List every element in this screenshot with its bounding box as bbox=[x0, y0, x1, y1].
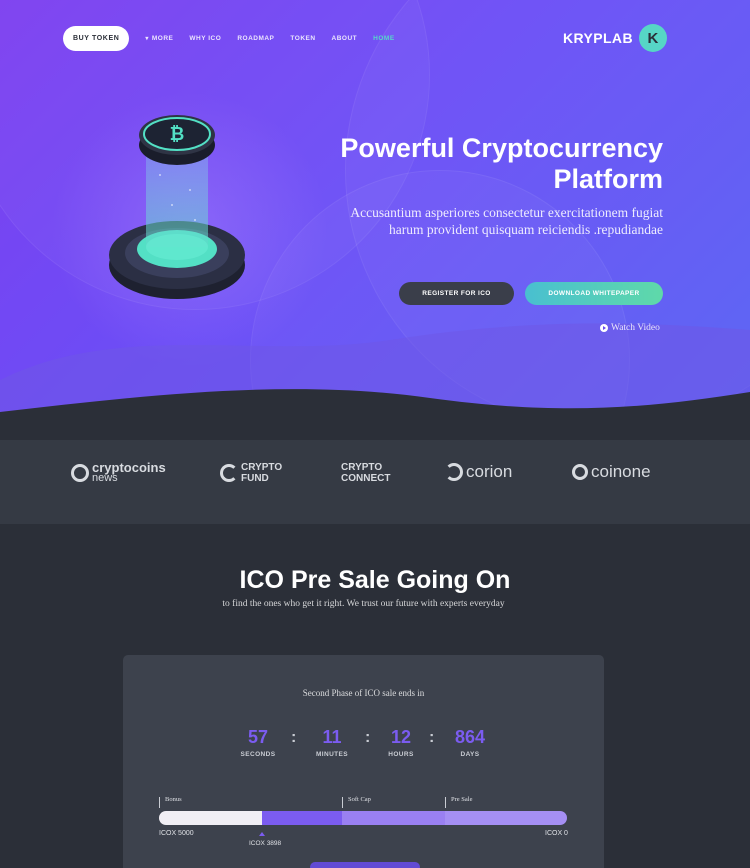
bottom-button-edge[interactable] bbox=[310, 862, 420, 868]
partner-logo-coinone[interactable]: coinone bbox=[572, 462, 651, 482]
crypto-fund-icon bbox=[220, 464, 238, 482]
buy-token-button[interactable]: BUY TOKEN bbox=[63, 25, 130, 51]
countdown-value: 57 bbox=[247, 727, 269, 747]
caret-down-icon: ▾ bbox=[145, 35, 149, 42]
partner-name: coinone bbox=[591, 462, 651, 481]
countdown-unit: MINUTES bbox=[315, 751, 349, 758]
countdown-unit: HOURS bbox=[388, 751, 414, 758]
hero-subtitle: Accusantium asperiores consectetur exerc… bbox=[350, 205, 663, 237]
pre-sale-tick bbox=[445, 797, 446, 808]
nav-why-ico[interactable]: WHY ICO bbox=[189, 35, 221, 42]
countdown-value: 864 bbox=[454, 727, 486, 747]
progress-left-value: ICOX 5000 bbox=[159, 830, 194, 837]
svg-text:₿: ₿ bbox=[170, 124, 185, 145]
soft-cap-tick bbox=[342, 797, 343, 808]
hero-title-line1: Powerful Cryptocurrency bbox=[340, 133, 663, 163]
partner-name: CRYPTO bbox=[341, 462, 383, 473]
countdown-label: Second Phase of ICO sale ends in bbox=[302, 688, 425, 698]
watch-video-link[interactable]: Watch Video bbox=[600, 323, 660, 333]
countdown-unit: DAYS bbox=[460, 751, 480, 758]
hero-title: Powerful Cryptocurrency Platform bbox=[300, 133, 663, 195]
partner-logo-crypto-connect[interactable]: CRYPTO CONNECT bbox=[341, 462, 390, 484]
sale-progress-bar bbox=[159, 811, 567, 825]
countdown-minutes: 11 MINUTES bbox=[306, 727, 358, 758]
progress-segment bbox=[262, 811, 342, 825]
partner-sub: news bbox=[92, 472, 118, 484]
nav-token[interactable]: TOKEN bbox=[290, 35, 315, 42]
countdown-separator: : bbox=[429, 729, 435, 746]
bitcoin-pedestal-illustration: ₿ bbox=[109, 115, 245, 299]
logo-badge-icon: K bbox=[638, 24, 667, 52]
download-whitepaper-button[interactable]: DOWNLOAD WHITEPAPER bbox=[525, 282, 663, 305]
register-for-ico-button[interactable]: REGISTER FOR ICO bbox=[399, 282, 514, 305]
logo-text: KRYPLAB bbox=[563, 30, 633, 46]
corion-icon bbox=[445, 463, 463, 481]
play-icon bbox=[600, 324, 608, 332]
countdown-hours: 12 HOURS bbox=[375, 727, 427, 758]
nav-roadmap[interactable]: ROADMAP bbox=[237, 35, 274, 42]
hero-title-line2: Platform bbox=[553, 164, 663, 194]
countdown-separator: : bbox=[365, 729, 371, 746]
bonus-label: Bonus bbox=[165, 796, 182, 803]
nav-home[interactable]: HOME bbox=[373, 35, 395, 42]
progress-right-value: ICOX 0 bbox=[545, 830, 568, 837]
partner-sub: FUND bbox=[241, 473, 269, 484]
countdown-value: 12 bbox=[390, 727, 412, 747]
partner-sub: CONNECT bbox=[341, 473, 391, 484]
progress-segment bbox=[159, 811, 262, 825]
countdown-days: 864 DAYS bbox=[443, 727, 497, 758]
nav-more[interactable]: ▾ MORE bbox=[145, 35, 173, 42]
countdown-value: 11 bbox=[322, 727, 342, 747]
nav-about[interactable]: ABOUT bbox=[332, 35, 358, 42]
partner-name: CRYPTO bbox=[241, 462, 283, 473]
presale-card bbox=[123, 655, 604, 868]
presale-subtitle: to find the ones who get it right. We tr… bbox=[222, 599, 505, 609]
partner-logo-cryptocoins-news[interactable]: cryptocoins news bbox=[71, 461, 166, 484]
countdown-separator: : bbox=[291, 729, 297, 746]
cryptocoins-icon bbox=[71, 464, 89, 482]
progress-segment bbox=[342, 811, 445, 825]
countdown-seconds: 57 SECONDS bbox=[232, 727, 284, 758]
progress-segment bbox=[445, 811, 567, 825]
hero-wave bbox=[0, 323, 750, 440]
countdown-unit: SECONDS bbox=[240, 751, 276, 758]
partner-logo-crypto-fund[interactable]: CRYPTO FUND bbox=[220, 462, 282, 484]
nav-more-label: MORE bbox=[151, 34, 174, 42]
bonus-tick bbox=[159, 797, 160, 808]
partner-logo-corion[interactable]: corion bbox=[445, 462, 512, 482]
soft-cap-label: Soft Cap bbox=[348, 796, 371, 803]
coinone-icon bbox=[572, 464, 588, 480]
pre-sale-label: Pre Sale bbox=[451, 796, 473, 803]
brand-logo[interactable]: KRYPLAB K bbox=[563, 24, 667, 52]
watch-video-label: Watch Video bbox=[611, 323, 660, 333]
progress-current-value: ICOX 3898 bbox=[249, 840, 282, 847]
presale-title: ICO Pre Sale Going On bbox=[239, 566, 511, 594]
progress-marker-icon bbox=[259, 832, 265, 836]
partner-name: corion bbox=[466, 462, 513, 481]
top-nav: BUY TOKEN ▾ MORE WHY ICO ROADMAP TOKEN AB… bbox=[63, 25, 403, 51]
